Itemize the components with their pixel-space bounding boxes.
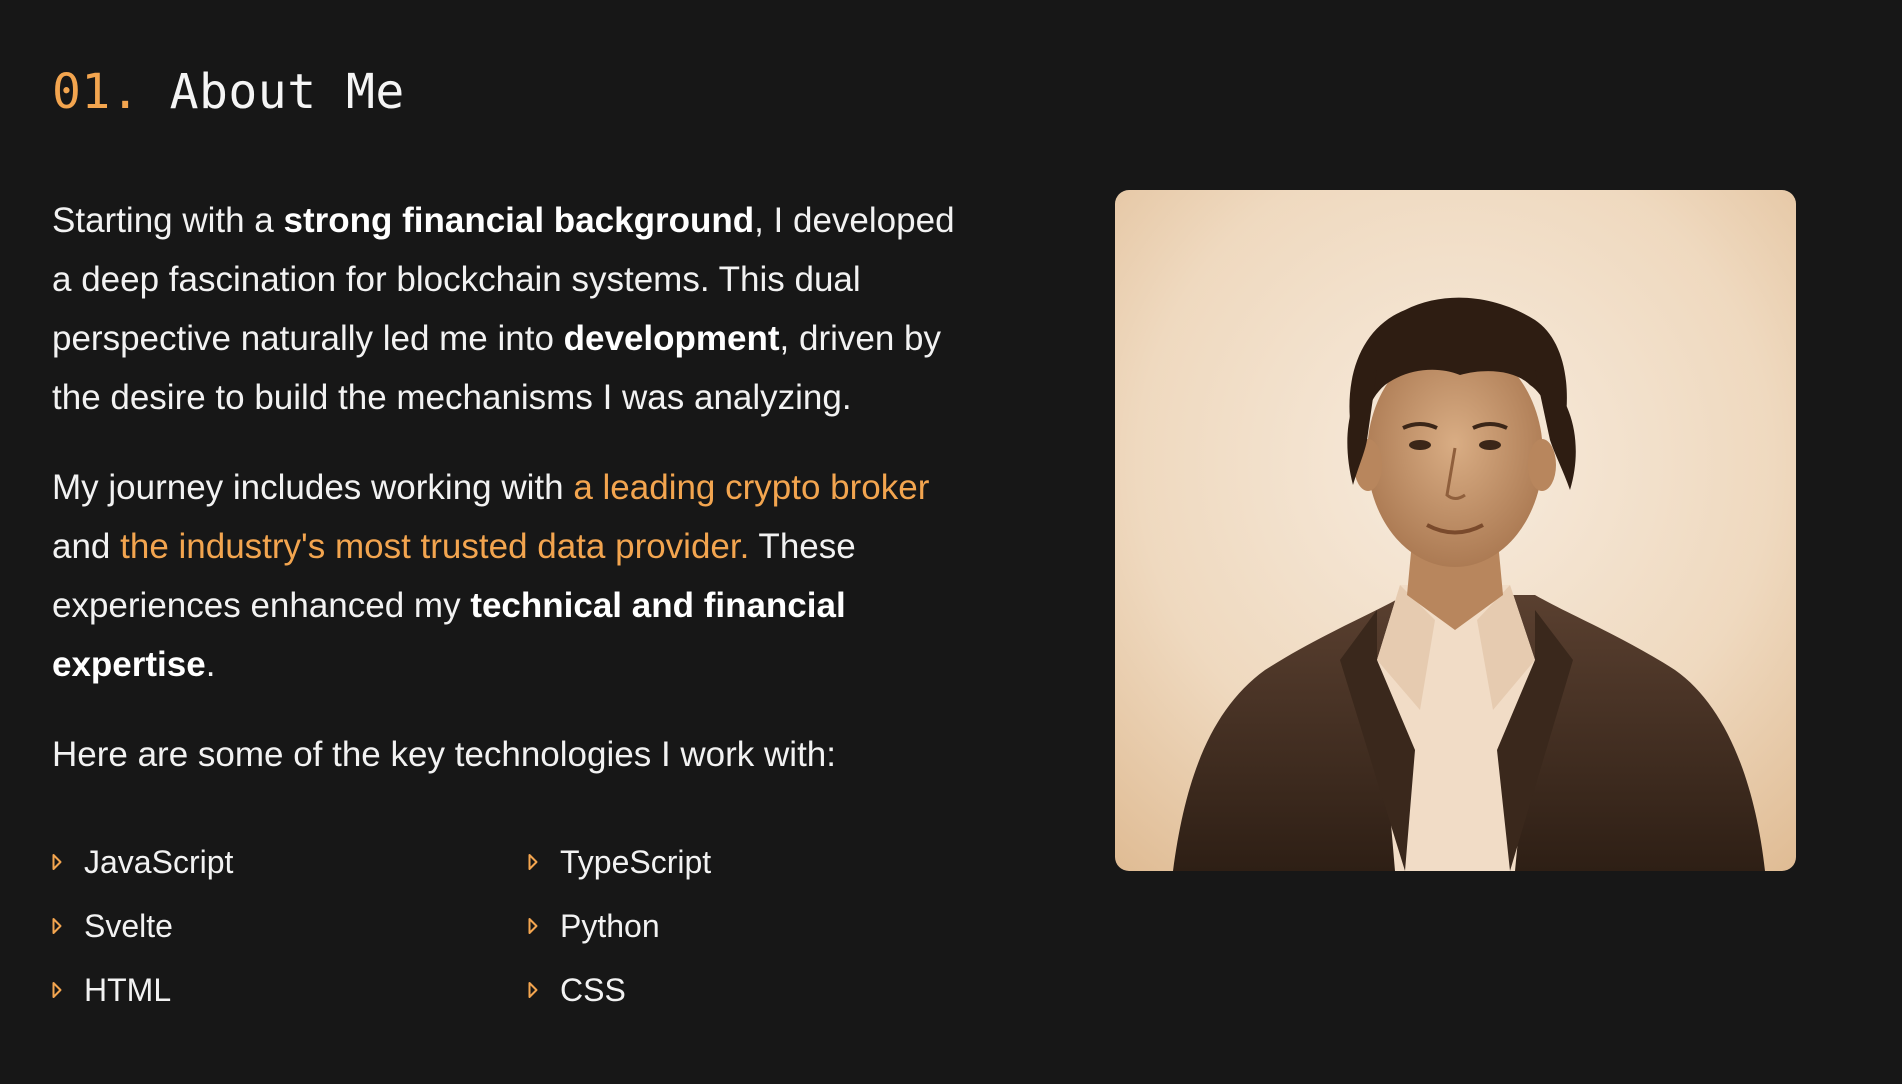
text-run: My journey includes working with [52, 468, 574, 507]
tech-item: CSS [528, 970, 828, 1010]
emphasis-development: development [563, 319, 780, 358]
tech-item: HTML [52, 970, 528, 1010]
triangle-right-icon [528, 854, 538, 870]
tech-item: Svelte [52, 906, 528, 946]
tech-label: CSS [560, 972, 626, 1008]
triangle-right-icon [52, 918, 62, 934]
text-run: and [52, 527, 121, 566]
tech-item: TypeScript [528, 842, 828, 882]
profile-photo [1115, 190, 1796, 871]
text-run: . [205, 645, 216, 684]
section-heading: 01. About Me [52, 62, 405, 122]
section-number: 01. [52, 64, 141, 120]
tech-label: JavaScript [84, 844, 234, 880]
tech-item: JavaScript [52, 842, 528, 882]
about-paragraph-3: Here are some of the key technologies I … [52, 735, 836, 774]
portrait-illustration [1115, 190, 1796, 871]
tech-label: TypeScript [560, 844, 712, 880]
about-text: Starting with a strong financial backgro… [52, 191, 972, 815]
about-paragraph-1: Starting with a strong financial backgro… [52, 191, 972, 427]
text-run: Starting with a [52, 201, 284, 240]
triangle-right-icon [52, 854, 62, 870]
crypto-broker-link[interactable]: a leading crypto broker [573, 468, 929, 507]
section-title: About Me [169, 64, 405, 120]
technology-list: JavaScript TypeScript Svelte Python HTML… [52, 842, 828, 1010]
data-provider-link[interactable]: the industry's most trusted data provide… [120, 527, 749, 566]
emphasis-financial-background: strong financial background [283, 201, 755, 240]
about-paragraph-2: My journey includes working with a leadi… [52, 458, 972, 694]
tech-label: Svelte [84, 908, 173, 944]
tech-label: HTML [84, 972, 172, 1008]
tech-label: Python [560, 908, 660, 944]
tech-item: Python [528, 906, 828, 946]
triangle-right-icon [52, 982, 62, 998]
triangle-right-icon [528, 982, 538, 998]
triangle-right-icon [528, 918, 538, 934]
